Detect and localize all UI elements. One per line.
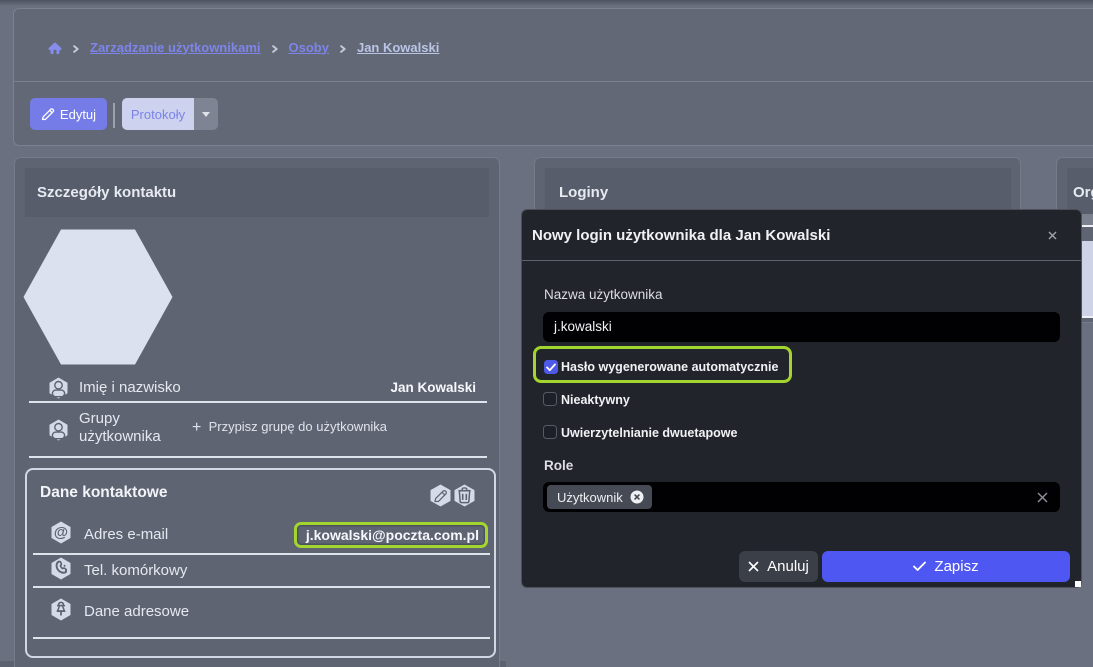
svg-text:@: @ <box>54 525 68 541</box>
